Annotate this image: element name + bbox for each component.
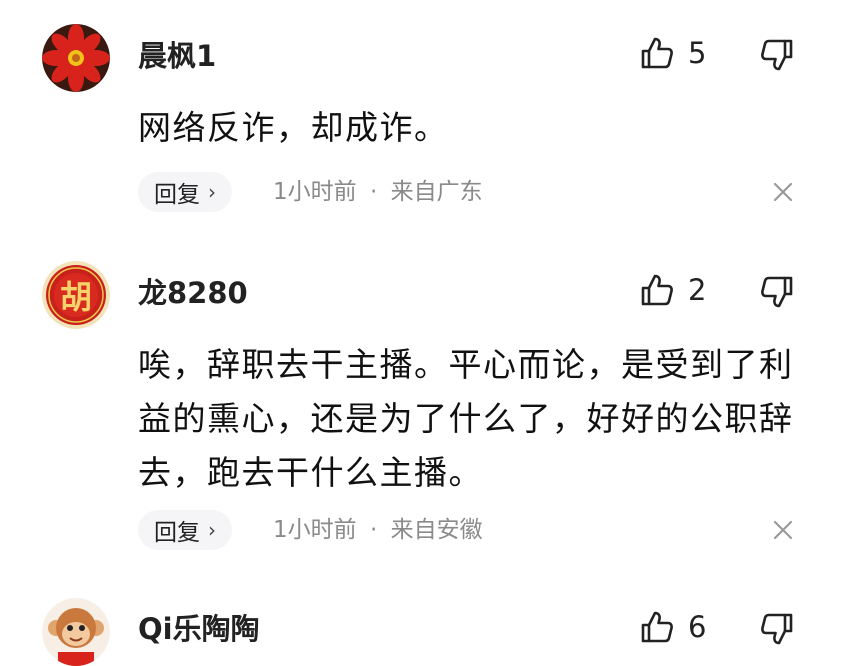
monkey-cartoon-avatar-icon bbox=[42, 598, 110, 666]
thumbs-up-icon bbox=[641, 611, 673, 643]
thumbs-down-icon bbox=[761, 613, 793, 645]
comment-list: 晨枫1 5 网络反诈，却成诈。 回复 › 1小时前 · 来自广东 胡 龙8280… bbox=[0, 0, 841, 666]
comment-item: Qi乐陶陶 6 bbox=[0, 0, 841, 666]
dislike-button[interactable] bbox=[760, 612, 794, 650]
username[interactable]: Qi乐陶陶 bbox=[138, 615, 260, 644]
like-button[interactable]: 6 bbox=[640, 610, 706, 644]
user-avatar[interactable] bbox=[42, 598, 110, 666]
like-count: 6 bbox=[688, 609, 707, 644]
